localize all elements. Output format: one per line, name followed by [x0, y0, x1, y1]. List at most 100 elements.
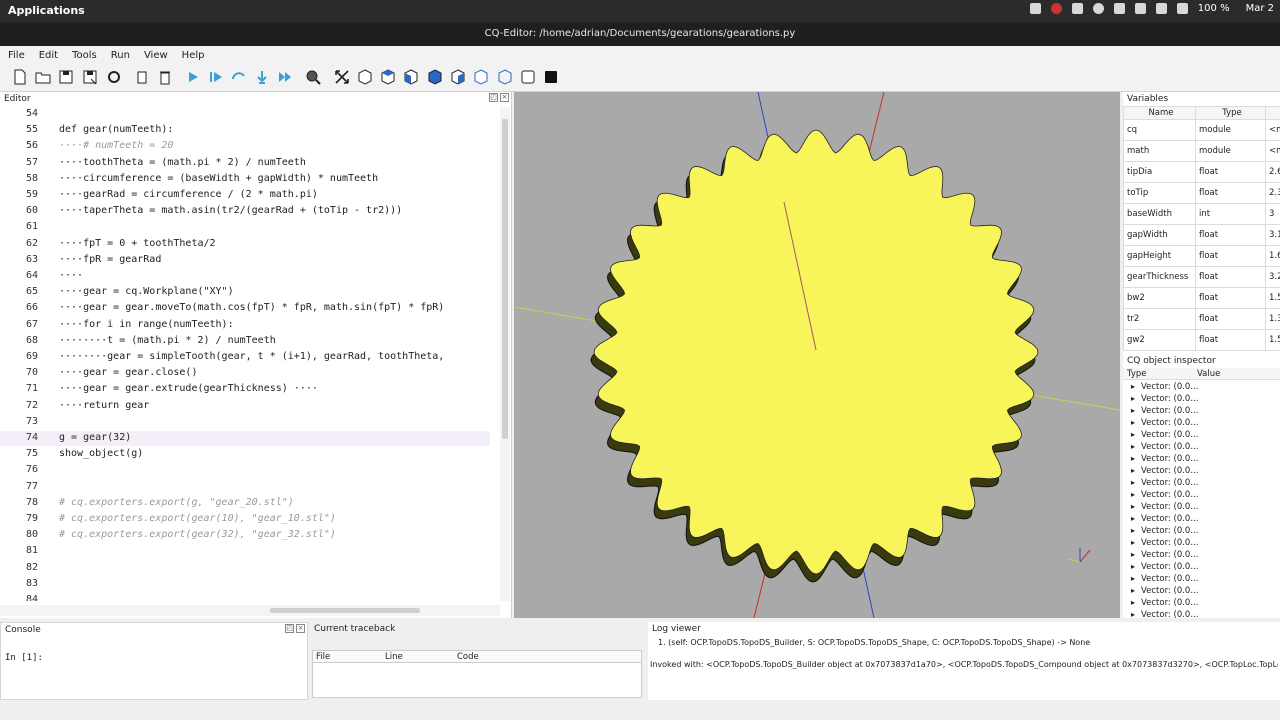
expand-arrow-icon[interactable]: ▸	[1131, 429, 1135, 441]
code-line[interactable]: 67 ····for i in range(numTeeth):	[0, 318, 490, 333]
code-line[interactable]: 76	[0, 463, 490, 478]
expand-arrow-icon[interactable]: ▸	[1131, 381, 1135, 393]
editor-vertical-scrollbar[interactable]	[500, 107, 510, 601]
float-icon[interactable]: ◰	[489, 93, 498, 102]
expand-arrow-icon[interactable]: ▸	[1131, 585, 1135, 597]
applications-menu[interactable]: Applications	[8, 4, 85, 17]
code-line[interactable]: 84	[0, 593, 490, 601]
expand-arrow-icon[interactable]: ▸	[1131, 465, 1135, 477]
code-line[interactable]: 83	[0, 577, 490, 592]
open-icon[interactable]	[35, 69, 51, 85]
discord-icon[interactable]	[1071, 3, 1083, 14]
expand-arrow-icon[interactable]: ▸	[1131, 501, 1135, 513]
expand-arrow-icon[interactable]: ▸	[1131, 477, 1135, 489]
new-file-icon[interactable]	[12, 69, 28, 85]
volume-icon[interactable]	[1155, 3, 1167, 14]
col-value[interactable]: Value	[1197, 369, 1220, 379]
code-line[interactable]: 79 # cq.exporters.export(gear(10), "gear_…	[0, 512, 490, 527]
inspector-item[interactable]: ▸ Vector: (0.0...	[1123, 525, 1280, 537]
code-line[interactable]: 74 g = gear(32)	[0, 431, 490, 446]
code-line[interactable]: 70 ····gear = gear.close()	[0, 366, 490, 381]
code-line[interactable]: 62 ····fpT = 0 + toothTheta/2	[0, 237, 490, 252]
outline-icon[interactable]	[520, 69, 536, 85]
expand-arrow-icon[interactable]: ▸	[1131, 405, 1135, 417]
zoom-fit-icon[interactable]	[305, 69, 321, 85]
inspector-item[interactable]: ▸ Vector: (0.0...	[1123, 597, 1280, 609]
undo-icon[interactable]	[134, 69, 150, 85]
inspector-item[interactable]: ▸ Vector: (0.0...	[1123, 513, 1280, 525]
inspector-item[interactable]: ▸ Vector: (0.0...	[1123, 537, 1280, 549]
code-line[interactable]: 78 # cq.exporters.export(g, "gear_20.stl"…	[0, 496, 490, 511]
code-line[interactable]: 63 ····fpR = gearRad	[0, 253, 490, 268]
save-icon[interactable]	[58, 69, 74, 85]
variable-row[interactable]: gw2float1.5	[1123, 329, 1280, 351]
menu-edit[interactable]: Edit	[39, 50, 58, 61]
variable-row[interactable]: tipDiafloat2.6	[1123, 161, 1280, 183]
col-value[interactable]	[1265, 106, 1280, 120]
expand-arrow-icon[interactable]: ▸	[1131, 393, 1135, 405]
console-prompt[interactable]: In [1]:	[5, 653, 43, 663]
code-line[interactable]: 55 def gear(numTeeth):	[0, 123, 490, 138]
export-icon[interactable]	[106, 69, 122, 85]
code-line[interactable]: 57 ····toothTheta = (math.pi * 2) / numTe…	[0, 156, 490, 171]
code-line[interactable]: 60 ····taperTheta = math.asin(tr2/(gearRa…	[0, 204, 490, 219]
steam-icon[interactable]	[1092, 3, 1104, 14]
code-line[interactable]: 73	[0, 415, 490, 430]
mic-icon[interactable]	[1134, 3, 1146, 14]
code-line[interactable]: 81	[0, 544, 490, 559]
code-line[interactable]: 64 ····	[0, 269, 490, 284]
expand-arrow-icon[interactable]: ▸	[1131, 525, 1135, 537]
right-view-icon[interactable]	[427, 69, 443, 85]
code-line[interactable]: 56 ····# numTeeth = 20	[0, 139, 490, 154]
variable-row[interactable]: baseWidth int 3	[1123, 203, 1280, 225]
back-view-icon[interactable]	[473, 69, 489, 85]
menu-help[interactable]: Help	[182, 50, 205, 61]
code-line[interactable]: 66 ····gear = gear.moveTo(math.cos(fpT) *…	[0, 301, 490, 316]
wifi-icon[interactable]	[1113, 3, 1125, 14]
code-line[interactable]: 61	[0, 220, 490, 235]
code-line[interactable]: 68 ········t = (math.pi * 2) / numTeeth	[0, 334, 490, 349]
inspector-item[interactable]: ▸ Vector: (0.0...	[1123, 429, 1280, 441]
col-file[interactable]: File	[316, 652, 330, 662]
col-line[interactable]: Line	[385, 652, 403, 662]
expand-arrow-icon[interactable]: ▸	[1131, 573, 1135, 585]
menu-view[interactable]: View	[144, 50, 168, 61]
3d-viewer[interactable]	[514, 92, 1120, 618]
float-icon[interactable]: ◰	[285, 624, 294, 633]
inspector-item[interactable]: ▸ Vector: (0.0...	[1123, 489, 1280, 501]
expand-arrow-icon[interactable]: ▸	[1131, 561, 1135, 573]
variable-row[interactable]: tr2float1.3	[1123, 308, 1280, 330]
save-as-icon[interactable]	[82, 69, 98, 85]
inspector-item[interactable]: ▸ Vector: (0.0...	[1123, 393, 1280, 405]
code-line[interactable]: 72 ····return gear	[0, 399, 490, 414]
bottom-view-icon[interactable]	[450, 69, 466, 85]
front-view-icon[interactable]	[403, 69, 419, 85]
inspector-item[interactable]: ▸ Vector: (0.0...	[1123, 549, 1280, 561]
menu-tools[interactable]: Tools	[72, 50, 97, 61]
expand-arrow-icon[interactable]: ▸	[1131, 609, 1135, 618]
delete-icon[interactable]	[157, 69, 173, 85]
inspector-item[interactable]: ▸ Vector: (0.0...	[1123, 609, 1280, 618]
variable-row[interactable]: gearThicknessfloat3.2	[1123, 266, 1280, 288]
code-area[interactable]: 54 55 def gear(numTeeth): 56 ····# numTeeth …	[0, 107, 500, 601]
iso-view-icon[interactable]	[357, 69, 373, 85]
expand-arrow-icon[interactable]: ▸	[1131, 597, 1135, 609]
variable-row[interactable]: bw2float1.5	[1123, 287, 1280, 309]
col-code[interactable]: Code	[457, 652, 479, 662]
code-line[interactable]: 58 ····circumference = (baseWidth + gapWi…	[0, 172, 490, 187]
col-name[interactable]: Name	[1123, 106, 1196, 120]
fit-all-icon[interactable]	[334, 69, 350, 85]
expand-arrow-icon[interactable]: ▸	[1131, 489, 1135, 501]
close-icon[interactable]: ×	[296, 624, 305, 633]
inspector-item[interactable]: ▸ Vector: (0.0...	[1123, 453, 1280, 465]
inspector-item[interactable]: ▸ Vector: (0.0...	[1123, 465, 1280, 477]
code-line[interactable]: 65 ····gear = cq.Workplane("XY")	[0, 285, 490, 300]
wireframe-icon[interactable]	[497, 69, 513, 85]
inspector-item[interactable]: ▸ Vector: (0.0...	[1123, 381, 1280, 393]
screen-icon[interactable]	[1029, 3, 1041, 14]
inspector-item[interactable]: ▸ Vector: (0.0...	[1123, 477, 1280, 489]
code-line[interactable]: 54	[0, 107, 490, 122]
step-over-icon[interactable]	[231, 69, 247, 85]
clock-date[interactable]: Mar 2	[1246, 3, 1274, 14]
code-line[interactable]: 69 ········gear = simpleTooth(gear, t * (…	[0, 350, 490, 365]
